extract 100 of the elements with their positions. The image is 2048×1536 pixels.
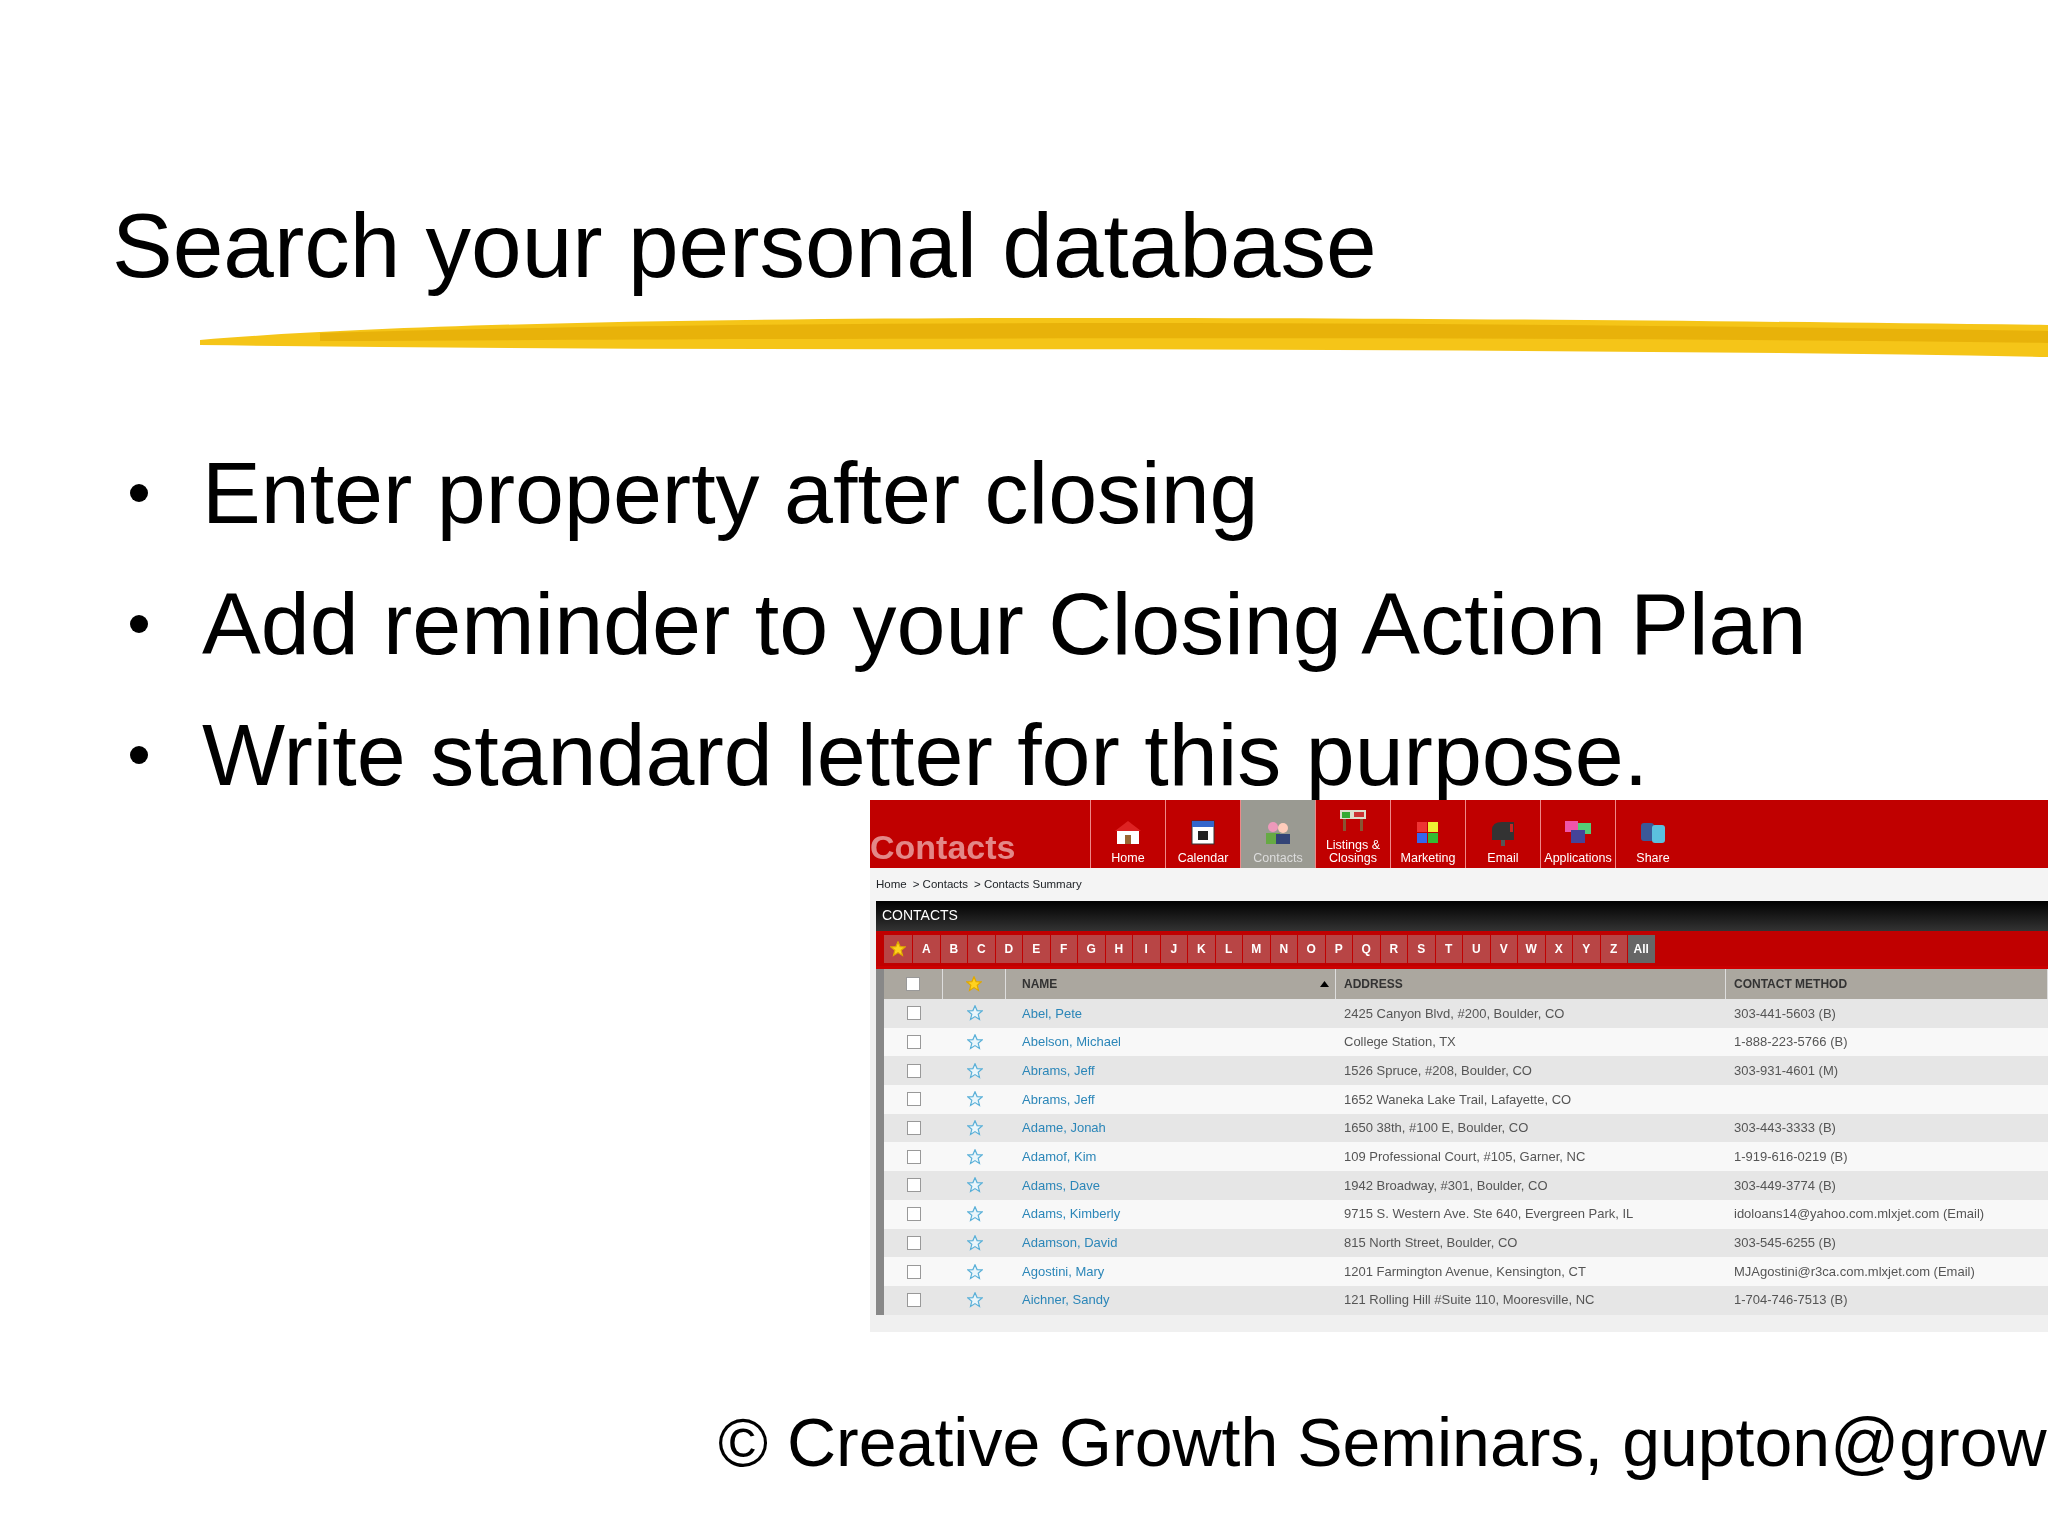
letter-filter[interactable]: B xyxy=(940,934,967,963)
letter-filter[interactable]: N xyxy=(1270,934,1297,963)
letter-filter[interactable]: U xyxy=(1463,934,1490,963)
star-icon[interactable] xyxy=(966,1034,983,1051)
letter-filter[interactable]: All xyxy=(1628,934,1655,963)
bullet-icon xyxy=(130,614,148,633)
letter-filter[interactable]: E xyxy=(1023,934,1050,963)
star-icon xyxy=(890,940,906,957)
letter-filter[interactable]: O xyxy=(1298,934,1325,963)
letter-filter[interactable]: P xyxy=(1325,934,1352,963)
star-icon[interactable] xyxy=(966,1263,983,1280)
letter-filter[interactable]: X xyxy=(1545,934,1572,963)
contact-name-link[interactable]: Adamof, Kim xyxy=(1022,1149,1097,1165)
bullet-icon xyxy=(130,483,148,502)
address-cell: 1942 Broadway, #301, Boulder, CO xyxy=(1344,1177,1548,1193)
letter-filter[interactable]: R xyxy=(1380,934,1407,963)
letter-filter[interactable]: W xyxy=(1518,934,1545,963)
letter-filter[interactable]: Y xyxy=(1573,934,1600,963)
checkbox[interactable] xyxy=(906,1063,921,1078)
breadcrumb-link[interactable]: > Contacts xyxy=(912,875,968,894)
star-icon[interactable] xyxy=(966,1062,983,1079)
letter-filter[interactable]: F xyxy=(1050,934,1077,963)
letter-filter[interactable]: G xyxy=(1078,934,1105,963)
breadcrumb-link[interactable]: Home xyxy=(876,875,907,894)
letter-filter[interactable]: D xyxy=(995,934,1022,963)
star-icon[interactable] xyxy=(966,1234,983,1251)
column-header[interactable]: NAME xyxy=(1022,975,1058,993)
letter-filter[interactable]: V xyxy=(1490,934,1517,963)
contact-method-cell: idoloans14@yahoo.com.mlxjet.com (Email) xyxy=(1734,1206,1985,1222)
contact-name-link[interactable]: Adams, Dave xyxy=(1022,1177,1101,1193)
letter-filter[interactable]: I xyxy=(1133,934,1160,963)
letter-filter[interactable]: L xyxy=(1215,934,1242,963)
checkbox[interactable] xyxy=(906,1293,921,1308)
bullet-text: Write standard letter for this purpose. xyxy=(202,709,1649,800)
letter-filter[interactable]: S xyxy=(1408,934,1435,963)
letter-filter[interactable]: C xyxy=(968,934,995,963)
letter-filter[interactable]: K xyxy=(1188,934,1215,963)
checkbox[interactable] xyxy=(906,1121,921,1136)
letter-filter[interactable]: H xyxy=(1105,934,1132,963)
address-cell: 2425 Canyon Blvd, #200, Boulder, CO xyxy=(1344,1005,1565,1021)
letter-filter[interactable]: M xyxy=(1243,934,1270,963)
star-icon xyxy=(966,976,982,992)
checkbox[interactable] xyxy=(906,1235,921,1250)
contact-method-cell: 303-449-3774 (B) xyxy=(1734,1177,1836,1193)
contact-method-cell: MJAgostini@r3ca.com.mlxjet.com (Email) xyxy=(1734,1263,1975,1279)
app-logo: Contacts xyxy=(870,827,1017,868)
contact-method-cell: 1-704-746-7513 (B) xyxy=(1734,1292,1848,1308)
letter-filter[interactable]: Z xyxy=(1600,934,1627,963)
star-icon[interactable] xyxy=(966,1148,983,1165)
star-icon[interactable] xyxy=(966,1206,983,1223)
letter-filter[interactable]: Q xyxy=(1353,934,1380,963)
address-cell: 815 North Street, Boulder, CO xyxy=(1344,1235,1518,1251)
contact-name-link[interactable]: Abelson, Michael xyxy=(1022,1034,1121,1050)
contact-name-link[interactable]: Adame, Jonah xyxy=(1022,1120,1106,1136)
calendar-icon xyxy=(1188,817,1218,848)
star-icon[interactable] xyxy=(966,1177,983,1194)
panel-title: CONTACTS xyxy=(876,901,2048,931)
address-cell: College Station, TX xyxy=(1344,1034,1456,1050)
address-cell: 1650 38th, #100 E, Boulder, CO xyxy=(1344,1120,1529,1136)
checkbox[interactable] xyxy=(906,1035,921,1050)
contact-name-link[interactable]: Agostini, Mary xyxy=(1022,1263,1105,1279)
contact-method-cell: 303-443-3333 (B) xyxy=(1734,1120,1836,1136)
checkbox[interactable] xyxy=(906,1178,921,1193)
contact-method-cell: 303-441-5603 (B) xyxy=(1734,1005,1836,1021)
star-icon[interactable] xyxy=(966,1120,983,1137)
contact-name-link[interactable]: Abel, Pete xyxy=(1022,1005,1082,1021)
star-icon[interactable] xyxy=(966,1005,983,1022)
address-cell: 1526 Spruce, #208, Boulder, CO xyxy=(1344,1062,1532,1078)
contact-method-cell: 1-888-223-5766 (B) xyxy=(1734,1034,1848,1050)
contact-name-link[interactable]: Aichner, Sandy xyxy=(1022,1292,1110,1308)
contact-name-link[interactable]: Abrams, Jeff xyxy=(1022,1062,1095,1078)
checkbox[interactable] xyxy=(906,1092,921,1107)
contact-name-link[interactable]: Abrams, Jeff xyxy=(1022,1091,1095,1107)
slide-title: Search your personal database xyxy=(112,194,1377,298)
contact-name-link[interactable]: Adams, Kimberly xyxy=(1022,1206,1121,1222)
contact-name-link[interactable]: Adamson, David xyxy=(1022,1235,1118,1251)
checkbox[interactable] xyxy=(906,1149,921,1164)
address-cell: 1201 Farmington Avenue, Kensington, CT xyxy=(1344,1263,1586,1279)
letter-filter[interactable]: T xyxy=(1435,934,1462,963)
column-header[interactable]: CONTACT METHOD xyxy=(1734,975,1848,993)
address-cell: 1652 Waneka Lake Trail, Lafayette, CO xyxy=(1344,1091,1572,1107)
address-cell: 109 Professional Court, #105, Garner, NC xyxy=(1344,1149,1586,1165)
star-icon[interactable] xyxy=(966,1091,983,1108)
star-icon[interactable] xyxy=(966,1292,983,1309)
checkbox[interactable] xyxy=(906,1264,921,1279)
address-cell: 121 Rolling Hill #Suite 110, Mooresville, NC xyxy=(1344,1292,1595,1308)
checkbox[interactable] xyxy=(906,1207,921,1222)
column-header[interactable]: ADDRESS xyxy=(1344,975,1403,993)
checkbox[interactable] xyxy=(906,1006,921,1021)
letter-filter[interactable]: A xyxy=(913,934,940,963)
sort-ascending-icon[interactable] xyxy=(1320,981,1329,987)
breadcrumb-current: > Contacts Summary xyxy=(974,876,1082,892)
contact-method-cell: 1-919-616-0219 (B) xyxy=(1734,1149,1848,1165)
letter-filter[interactable]: J xyxy=(1160,934,1187,963)
bullet-icon xyxy=(130,745,148,764)
checkbox[interactable] xyxy=(906,977,920,991)
nav-tab[interactable]: Applications xyxy=(1540,800,1615,868)
address-cell: 9715 S. Western Ave. Ste 640, Evergreen Park, IL xyxy=(1344,1206,1634,1222)
contact-method-cell: 303-545-6255 (B) xyxy=(1734,1235,1836,1251)
contact-method-cell: 303-931-4601 (M) xyxy=(1734,1062,1839,1078)
